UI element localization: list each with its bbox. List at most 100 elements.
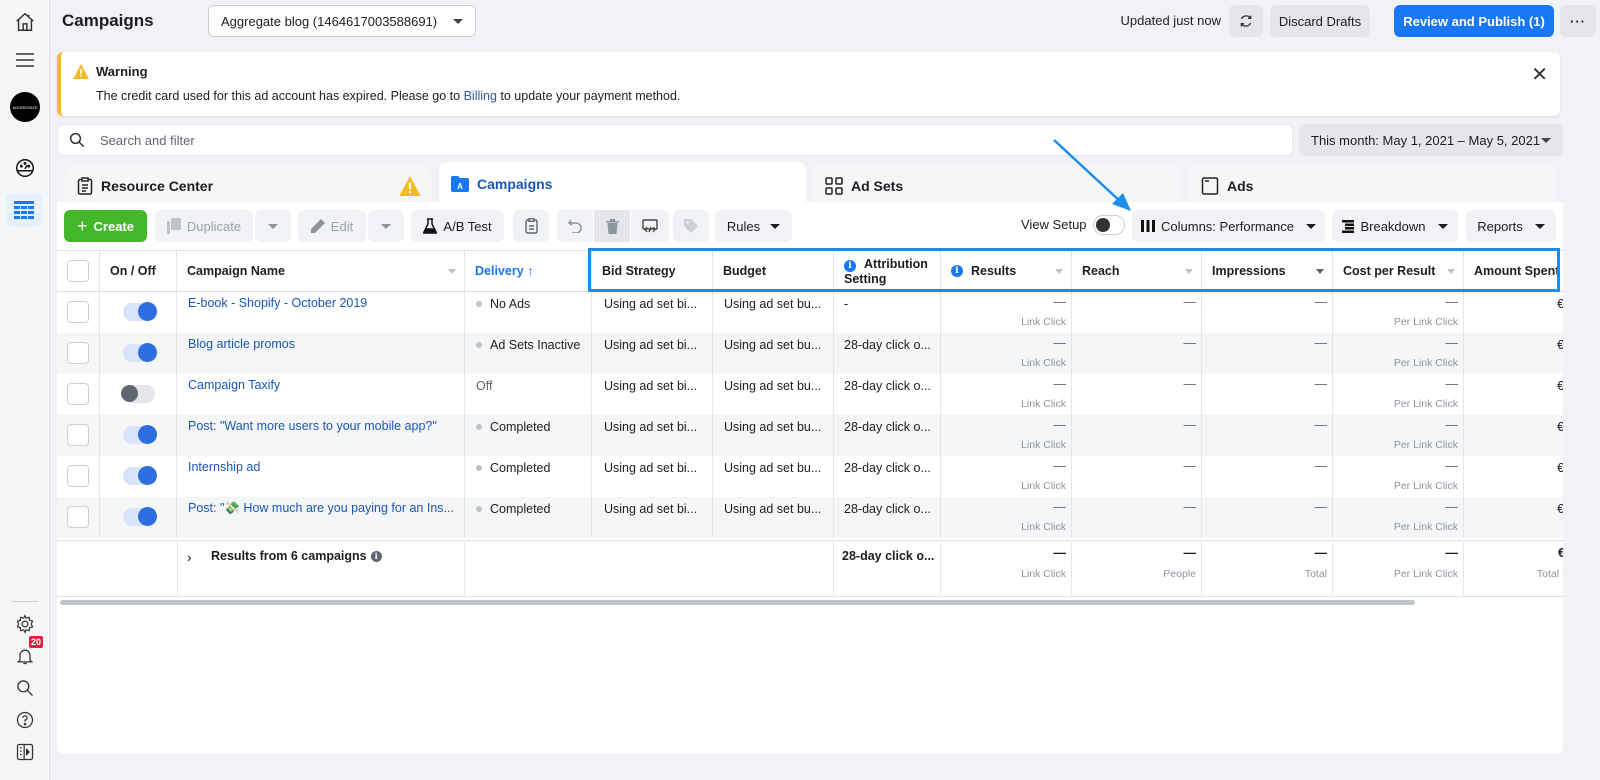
create-button[interactable]: + Create [64,210,147,242]
campaign-name-link[interactable]: Internship ad [188,460,260,474]
ads-manager-table-icon[interactable] [6,193,42,227]
table-row[interactable]: E-book - Shopify - October 2019 No Ads Usi… [57,292,1563,333]
budget-value: Using ad set bu... [724,379,822,393]
discard-drafts-button[interactable]: Discard Drafts [1270,5,1370,37]
campaign-name-link[interactable]: Post: "Want more users to your mobile ap… [188,419,437,433]
info-icon[interactable]: i [844,260,856,272]
menu-icon[interactable] [9,44,41,76]
impressions-value: — [1314,459,1328,473]
view-setup-toggle[interactable] [1093,215,1125,235]
edit-dropdown-button[interactable] [368,210,404,242]
column-header-delivery[interactable]: Delivery ↑ [465,251,592,291]
table-row[interactable]: Post: "💸 How much are you paying for an … [57,497,1563,538]
summary-reach-sub: People [1163,568,1196,580]
preview-button[interactable] [631,210,669,242]
info-icon[interactable]: i [370,550,382,562]
dashboard-gauge-icon[interactable] [9,152,41,184]
review-and-publish-button[interactable]: Review and Publish (1) [1394,5,1554,37]
notifications-bell-icon[interactable]: 20 [9,636,43,672]
info-icon[interactable]: i [951,265,963,277]
table-row[interactable]: Blog article promos Ad Sets Inactive Using… [57,333,1563,374]
cost-per-result-sub: Per Link Click [1393,480,1458,492]
refresh-button[interactable] [1229,5,1263,37]
summary-amount-spent-sub: Total S [1536,568,1563,580]
budget-value: Using ad set bu... [724,297,822,311]
table-row[interactable]: Campaign Taxify Off Using ad set bi... Usin… [57,374,1563,415]
undo-button[interactable] [557,210,593,242]
close-icon[interactable]: ✕ [1531,62,1548,87]
reach-value: — [1183,336,1197,350]
campaign-on-off-toggle[interactable] [123,302,157,321]
column-divider [1201,541,1202,597]
row-checkbox[interactable] [67,465,89,487]
row-checkbox[interactable] [67,342,89,364]
reports-dropdown[interactable]: Reports [1466,210,1556,242]
updated-status: Updated just now [1120,13,1221,28]
tab-campaigns[interactable]: A Campaigns [439,162,806,206]
expand-chevron-icon[interactable]: › [187,549,192,565]
column-header-results[interactable]: i Results [941,251,1072,291]
side-panel-toggle-icon[interactable] [9,736,41,768]
duplicate-dropdown-button[interactable] [255,210,291,242]
tab-ads[interactable]: Ads [1189,166,1556,206]
summary-results-sub: Link Click [1021,568,1066,580]
billing-link[interactable]: Billing [464,89,497,103]
duplicate-button[interactable]: Duplicate [155,210,253,242]
ab-test-button[interactable]: A/B Test [411,210,504,242]
amount-spent-value: €0 [1557,379,1563,393]
account-avatar[interactable]: AGGREGATE [10,92,40,122]
campaign-on-off-toggle[interactable] [121,385,155,403]
campaign-on-off-toggle[interactable] [123,425,157,444]
warning-message: The credit card used for this ad account… [96,89,680,103]
campaign-name-link[interactable]: Post: "💸 How much are you paying for an … [188,501,454,516]
campaigns-panel: + Create Duplicate Edit A/B Test Rules V… [57,202,1563,754]
campaign-on-off-toggle[interactable] [123,466,157,485]
duplicate-label: Duplicate [186,218,242,234]
row-checkbox[interactable] [67,424,89,446]
search-icon[interactable] [9,672,41,704]
tag-button[interactable] [673,210,709,242]
bid-strategy-value: Using ad set bi... [604,379,698,393]
horizontal-scrollbar[interactable] [60,600,1415,605]
summary-reach: — [1183,546,1197,560]
column-header-on-off[interactable]: On / Off [100,251,177,291]
column-header-attribution-setting[interactable]: i Attribution Setting [834,251,941,291]
help-icon[interactable] [9,704,41,736]
more-options-button[interactable]: ··· [1560,5,1596,37]
campaign-on-off-toggle[interactable] [123,343,157,362]
search-input[interactable] [100,132,1200,148]
bid-strategy-value: Using ad set bi... [604,338,698,352]
column-header-bid-strategy[interactable]: Bid Strategy [592,251,713,291]
results-sub: Link Click [1021,357,1066,369]
toggle-knob [138,507,157,526]
column-header-cost-per-result[interactable]: Cost per Result [1333,251,1464,291]
edit-button[interactable]: Edit [298,210,366,242]
campaign-name-link[interactable]: Blog article promos [188,337,295,351]
tab-resource-center[interactable]: Resource Center [65,166,431,206]
row-checkbox[interactable] [67,506,89,528]
columns-dropdown[interactable]: Columns: Performance [1132,210,1325,242]
table-row[interactable]: Post: "Want more users to your mobile ap… [57,415,1563,456]
campaign-name-link[interactable]: Campaign Taxify [188,378,280,392]
home-icon[interactable] [9,6,41,38]
warning-icon [73,64,89,79]
clipboard-button[interactable] [513,210,549,242]
ad-account-select[interactable]: Aggregate blog (1464617003588691) [208,5,476,37]
impressions-value: — [1314,377,1328,391]
row-checkbox[interactable] [67,383,89,405]
tab-ad-sets[interactable]: Ad Sets [813,166,1181,206]
column-header-budget[interactable]: Budget [713,251,834,291]
column-header-reach[interactable]: Reach [1072,251,1202,291]
table-row[interactable]: Internship ad Completed Using ad set bi...… [57,456,1563,497]
campaign-on-off-toggle[interactable] [123,507,157,526]
column-header-impressions[interactable]: Impressions [1202,251,1333,291]
row-checkbox[interactable] [67,301,89,323]
column-header-campaign-name[interactable]: Campaign Name [177,251,465,291]
campaign-name-link[interactable]: E-book - Shopify - October 2019 [188,296,367,310]
date-range-picker[interactable]: This month: May 1, 2021 – May 5, 2021 [1299,124,1563,156]
column-header-amount-spent[interactable]: Amount Spent [1464,251,1563,291]
delete-button[interactable] [594,210,630,242]
select-all-checkbox[interactable] [67,260,89,282]
rules-dropdown[interactable]: Rules [715,210,792,242]
breakdown-dropdown[interactable]: Breakdown [1332,210,1458,242]
